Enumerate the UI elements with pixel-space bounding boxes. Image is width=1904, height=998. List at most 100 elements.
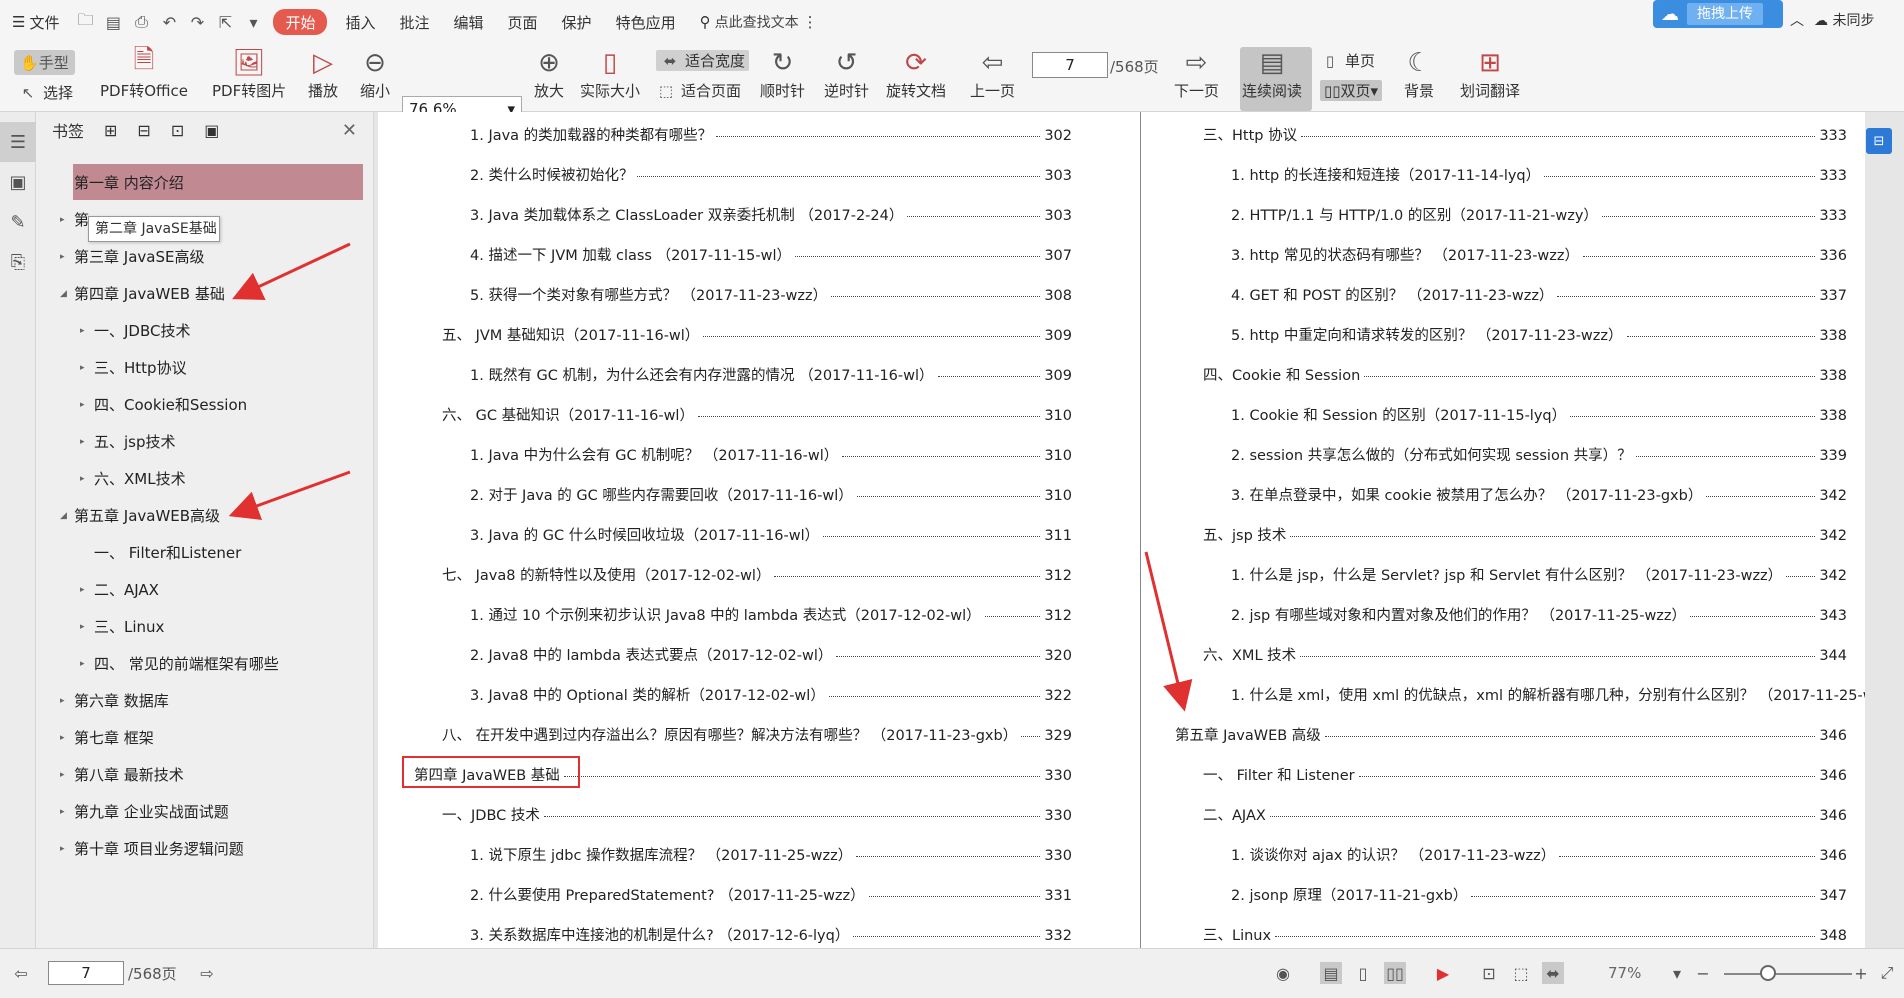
toc-entry[interactable]: 七、 Java8 的新特性以及使用（2017-12-02-wl） 312	[442, 564, 1072, 585]
status-zoom[interactable]: 77%	[1608, 964, 1641, 982]
file-menu[interactable]: ☰ 文件	[0, 0, 71, 44]
expand-arrow-icon[interactable]: ▸	[80, 659, 94, 669]
expand-arrow-icon[interactable]: ▸	[80, 363, 94, 373]
search-text-button[interactable]: ⚲ 点此查找文本 ⋮	[688, 0, 830, 44]
toc-entry[interactable]: 三、Http 协议 333	[1203, 124, 1847, 145]
bookmark-settings-icon[interactable]: ⊡	[171, 121, 184, 140]
word-translate-button[interactable]: ⊞ 划词翻译	[1460, 46, 1520, 101]
chevron-down-icon[interactable]: ▾	[1666, 962, 1688, 984]
double-page-button[interactable]: ▯▯双页▾	[1320, 80, 1383, 101]
pdf-to-office-button[interactable]: 🗎 PDF转Office	[100, 45, 188, 101]
toc-entry[interactable]: 1. 什么是 jsp，什么是 Servlet? jsp 和 Servlet 有什…	[1231, 564, 1847, 585]
cloud-upload-button[interactable]: ☁ 拖拽上传	[1653, 0, 1783, 28]
bookmark-item[interactable]: ▸ 六、XML技术	[80, 468, 186, 489]
continuous-read-button[interactable]: ▤ 连续阅读	[1242, 46, 1302, 101]
next-page-button[interactable]: ⇨ 下一页	[1174, 46, 1219, 101]
tab-insert[interactable]: 插入	[333, 0, 387, 44]
bookmark-delete-icon[interactable]: ▣	[204, 121, 219, 140]
zoom-out-button[interactable]: ⊖ 缩小	[360, 46, 390, 101]
toc-entry[interactable]: 六、XML 技术 344	[1203, 644, 1847, 665]
toc-entry[interactable]: 2. 类什么时候被初始化？ 303	[470, 164, 1072, 185]
toc-entry[interactable]: 2. jsp 有哪些域对象和内置对象及他们的作用？ （2017-11-25-wz…	[1231, 604, 1847, 625]
toc-entry[interactable]: 3. 在单点登录中，如果 cookie 被禁用了怎么办？ （2017-11-23…	[1231, 484, 1847, 505]
export-icon[interactable]: ⇱	[215, 12, 235, 32]
toc-entry[interactable]: 四、Cookie 和 Session 338	[1203, 364, 1847, 385]
toc-entry[interactable]: 5. 获得一个类对象有哪些方式？ （2017-11-23-wzz） 308	[470, 284, 1072, 305]
toc-entry[interactable]: 3. Java 类加载体系之 ClassLoader 双亲委托机制 （2017-…	[470, 204, 1072, 225]
toc-entry[interactable]: 五、jsp 技术 342	[1203, 524, 1847, 545]
bookmark-item[interactable]: 第一章 内容介绍	[60, 172, 184, 193]
redo-icon[interactable]: ↷	[187, 12, 207, 32]
thumbnail-panel-icon[interactable]: ▣	[0, 162, 36, 202]
expand-arrow-icon[interactable]: ▸	[60, 215, 74, 225]
expand-arrow-icon[interactable]: ▸	[60, 844, 74, 854]
save-icon[interactable]: ▤	[103, 12, 123, 32]
expand-arrow-icon[interactable]: ▸	[60, 770, 74, 780]
bookmark-item[interactable]: ▸ 三、Linux	[80, 616, 164, 637]
attachment-panel-icon[interactable]: ⎘	[0, 242, 36, 282]
toc-entry[interactable]: 1. 通过 10 个示例来初步认识 Java8 中的 lambda 表达式（20…	[470, 604, 1072, 625]
toc-entry[interactable]: 1. http 的长连接和短连接（2017-11-14-lyq） 333	[1231, 164, 1847, 185]
bookmark-item[interactable]: ▸ 第八章 最新技术	[60, 764, 184, 785]
close-icon[interactable]: ✕	[342, 120, 357, 141]
play-button[interactable]: ▷ 播放	[308, 46, 338, 101]
background-button[interactable]: ☾ 背景	[1404, 46, 1434, 101]
expand-arrow-icon[interactable]: ▸	[80, 400, 94, 410]
collapse-ribbon-icon[interactable]: ︿	[1790, 10, 1804, 30]
bookmark-item[interactable]: ▸ 三、Http协议	[80, 357, 187, 378]
tab-features[interactable]: 特色应用	[604, 0, 688, 44]
toc-entry[interactable]: 六、 GC 基础知识（2017-11-16-wl） 310	[442, 404, 1072, 425]
toc-entry[interactable]: 5. http 中重定向和请求转发的区别？ （2017-11-23-wzz） 33…	[1231, 324, 1847, 345]
toc-entry[interactable]: 2. session 共享怎么做的（分布式如何实现 session 共享）？ 33…	[1231, 444, 1847, 465]
sync-status[interactable]: ☁ 未同步	[1814, 10, 1874, 30]
toc-entry[interactable]: 1. Java 中为什么会有 GC 机制呢？ （2017-11-16-wl） 31…	[470, 444, 1072, 465]
floating-tool-button[interactable]: ⊟	[1866, 128, 1892, 154]
tab-annotate[interactable]: 批注	[388, 0, 442, 44]
toc-entry[interactable]: 2. HTTP/1.1 与 HTTP/1.0 的区别（2017-11-21-wz…	[1231, 204, 1847, 225]
prev-page-button[interactable]: ⇦ 上一页	[970, 46, 1015, 101]
bookmark-item[interactable]: ▸ 四、 常见的前端框架有哪些	[80, 653, 279, 674]
expand-arrow-icon[interactable]: ▸	[60, 807, 74, 817]
bookmark-item[interactable]: ▸ 四、Cookie和Session	[80, 394, 247, 415]
tab-page[interactable]: 页面	[496, 0, 550, 44]
actual-size-icon[interactable]: ⊡	[1478, 962, 1500, 984]
toc-entry[interactable]: 3. Java 的 GC 什么时候回收垃圾（2017-11-16-wl） 311	[470, 524, 1072, 545]
zoom-slider[interactable]	[1724, 973, 1852, 975]
toc-entry[interactable]: 三、Linux 348	[1203, 924, 1847, 945]
toc-entry[interactable]: 1. 谈谈你对 ajax 的认识？ （2017-11-23-wzz） 346	[1231, 844, 1847, 865]
expand-arrow-icon[interactable]: ▸	[80, 622, 94, 632]
toc-entry[interactable]: 2. 对于 Java 的 GC 哪些内存需要回收（2017-11-16-wl） 3…	[470, 484, 1072, 505]
print-icon[interactable]: ⎙	[131, 12, 151, 32]
bookmark-item[interactable]: 一、 Filter和Listener	[80, 542, 241, 563]
expand-arrow-icon[interactable]: ◢	[60, 289, 74, 299]
bookmark-item[interactable]: ▸ 第六章 数据库	[60, 690, 169, 711]
fullscreen-icon[interactable]: ⤢	[1876, 962, 1898, 984]
single-view-icon[interactable]: ▯	[1352, 962, 1374, 984]
bookmark-item[interactable]: ▸ 第十章 项目业务逻辑问题	[60, 838, 244, 859]
zoom-in-button[interactable]: ⊕ 放大	[534, 46, 564, 101]
expand-arrow-icon[interactable]: ▸	[60, 696, 74, 706]
fit-width-icon[interactable]: ⬌	[1542, 962, 1564, 984]
rotate-document-button[interactable]: ⟳ 旋转文档	[886, 46, 946, 101]
bookmark-item[interactable]: ▸ 第	[60, 209, 89, 230]
single-page-button[interactable]: ▯ 单页	[1320, 50, 1375, 71]
toc-entry[interactable]: 2. 什么要使用 PreparedStatement? （2017-11-25-…	[470, 884, 1072, 905]
expand-arrow-icon[interactable]: ▸	[60, 733, 74, 743]
eye-protection-icon[interactable]: ◉	[1272, 962, 1294, 984]
bookmark-item[interactable]: ▸ 第九章 企业实战面试题	[60, 801, 229, 822]
bookmark-item[interactable]: ◢ 第四章 JavaWEB 基础	[60, 283, 225, 304]
expand-arrow-icon[interactable]: ▸	[80, 585, 94, 595]
undo-icon[interactable]: ↶	[159, 12, 179, 32]
arrow-right-icon[interactable]: ⇨	[196, 962, 218, 984]
select-tool-button[interactable]: ↖ 选择	[18, 82, 73, 103]
status-page-input[interactable]: 7	[48, 961, 124, 985]
arrow-left-icon[interactable]: ⇦	[10, 962, 32, 984]
toc-entry[interactable]: 1. 说下原生 jdbc 操作数据库流程？ （2017-11-25-wzz） 33…	[470, 844, 1072, 865]
toc-entry[interactable]: 一、 Filter 和 Listener 346	[1203, 764, 1847, 785]
tab-protect[interactable]: 保护	[550, 0, 604, 44]
fit-page-button[interactable]: ⬚ 适合页面	[656, 80, 741, 101]
toc-entry[interactable]: 3. http 常见的状态码有哪些？ （2017-11-23-wzz） 336	[1231, 244, 1847, 265]
continuous-view-icon[interactable]: ▤	[1320, 962, 1342, 984]
toc-entry[interactable]: 3. 关系数据库中连接池的机制是什么? （2017-12-6-lyq） 332	[470, 924, 1072, 945]
page-number-input[interactable]: 7	[1032, 52, 1108, 78]
